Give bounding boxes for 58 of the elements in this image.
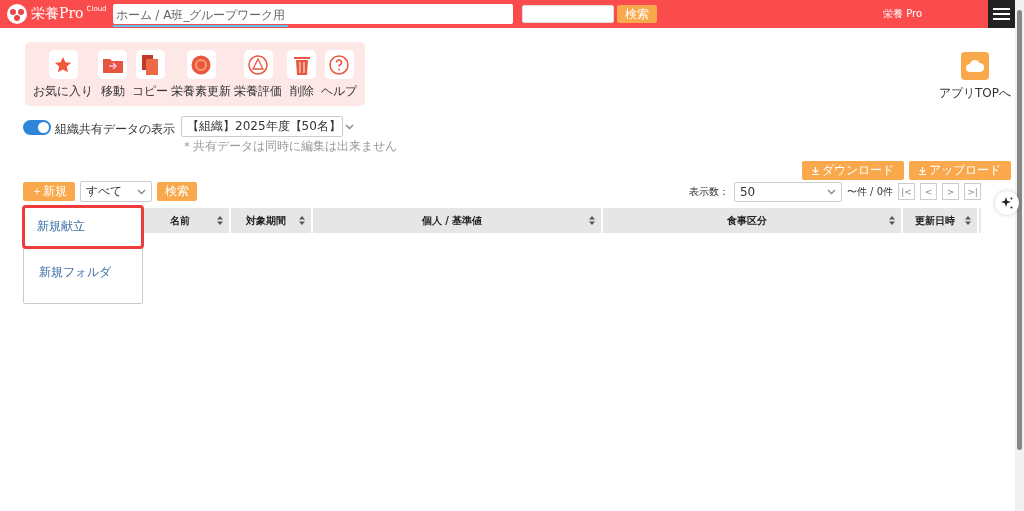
filter-select[interactable]: すべて [80,181,152,202]
trash-icon [293,54,310,75]
search-field[interactable] [521,5,614,23]
star-icon [54,55,72,74]
tool-button[interactable] [287,50,316,79]
copy-icon [142,54,158,75]
tool-label: 削除 [289,83,314,100]
breadcrumb-field[interactable]: ホーム / A班_グループワーク用 [112,4,513,24]
tool-button[interactable] [324,50,354,79]
result-count: 〜件 / 0件 [846,184,893,199]
tool-label: ヘルプ [321,83,357,100]
per-page-select[interactable]: 50 [733,181,842,202]
tool-label: コピー [132,83,168,100]
tool-label: 栄養評価 [234,83,282,100]
tool-button[interactable] [98,50,127,79]
sparkle-button[interactable] [995,191,1019,215]
help-icon [329,54,349,75]
sort-icon[interactable] [589,216,595,225]
toggle-switch[interactable] [23,120,51,135]
folder-icon [102,56,123,73]
chevron-down-icon [826,188,836,195]
menu-item[interactable]: 新規フォルダ [24,251,142,295]
tool-button[interactable] [48,50,78,79]
pager-button[interactable]: > [942,183,959,200]
column-header[interactable]: 個人 / 基準値 [313,208,603,233]
menu-icon[interactable] [988,0,1015,28]
sort-icon[interactable] [299,216,305,225]
user-name: 栄養 Pro [882,7,922,21]
sort-icon[interactable] [217,216,223,225]
sort-icon[interactable] [965,216,971,225]
toggle-label: 組織共有データの表示 [55,121,175,138]
note-text: ＊共有データは同時に編集は出来ません [181,138,397,155]
download-icon [812,166,819,175]
chevron-down-icon [137,188,146,195]
scrollbar[interactable] [1015,0,1024,511]
column-header[interactable]: 更新日時 [903,208,979,233]
menu-item[interactable]: 新規献立 [22,205,144,249]
cloud-icon[interactable] [961,52,989,80]
sparkle-icon [1001,197,1013,209]
tool-label: 移動 [100,83,125,100]
logo-icon [6,3,28,25]
app-logo: 栄養Pro [31,5,84,23]
tool-button[interactable] [243,50,273,79]
sort-icon[interactable] [889,216,895,225]
pager-button[interactable]: < [920,183,937,200]
per-page-label: 表示数： [688,184,729,199]
download-icon [919,166,926,175]
refresh-icon [191,54,211,75]
app-top-link[interactable]: アプリTOPへ [939,85,1011,102]
tool-button[interactable] [135,50,165,79]
tool-label: 栄養素更新 [171,83,231,100]
tool-button[interactable] [186,50,216,79]
pager-button[interactable]: >| [964,183,981,200]
column-header[interactable]: 対象期間 [231,208,313,233]
column-header[interactable]: 食事区分 [603,208,903,233]
chevron-down-icon [344,123,354,130]
pager-button[interactable]: |< [898,183,915,200]
tool-label: お気に入り [33,83,93,100]
